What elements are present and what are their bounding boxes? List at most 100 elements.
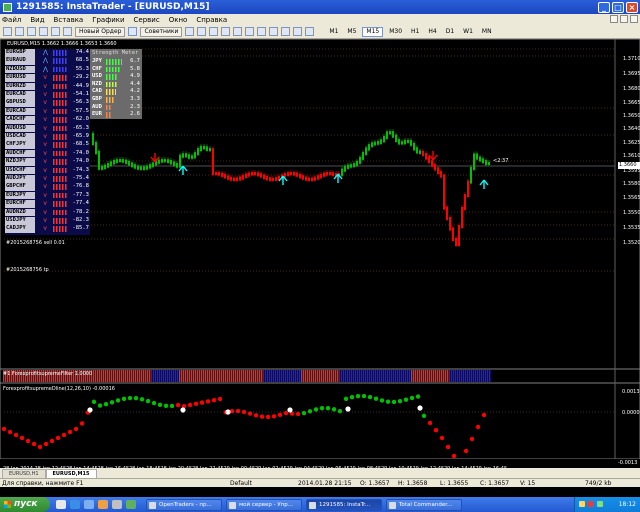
filter-band-bar — [237, 370, 239, 382]
tf-mn[interactable]: MN — [479, 27, 495, 37]
strength-currency: NZD — [92, 80, 102, 87]
menu-view[interactable]: Вид — [30, 16, 44, 24]
filter-band-bar — [453, 370, 455, 382]
tf-h1[interactable]: H1 — [408, 27, 422, 37]
navigator-icon[interactable] — [39, 27, 48, 36]
indicators-icon[interactable] — [281, 27, 291, 36]
tf-d1[interactable]: D1 — [443, 27, 457, 37]
filter-band-bar — [301, 370, 303, 382]
menu-file[interactable]: Файл — [2, 16, 21, 24]
quick-launch-explorer-icon[interactable] — [56, 500, 66, 509]
quick-launch-ie-icon[interactable] — [70, 500, 80, 509]
dline-dot — [151, 400, 157, 406]
minimize-button[interactable]: _ — [598, 1, 610, 13]
dline-dot — [409, 395, 415, 401]
tf-w1[interactable]: W1 — [460, 27, 476, 37]
quick-launch-app2-icon[interactable] — [112, 500, 122, 509]
meter-row: CADJPY ⋎ -85.7 — [5, 225, 90, 233]
tf-m30[interactable]: M30 — [386, 27, 405, 37]
dline-dot — [115, 398, 121, 403]
price-axis-label: 1.3650 — [623, 113, 640, 119]
filter-band-bar — [235, 370, 237, 382]
filter-band-bar — [155, 370, 157, 382]
child-close-icon[interactable] — [630, 15, 638, 23]
menu-insert[interactable]: Вставка — [54, 16, 84, 24]
meta-editor-icon[interactable] — [128, 27, 138, 36]
start-button[interactable]: пуск — [0, 497, 50, 512]
zoom-in-icon[interactable] — [221, 27, 231, 36]
meter-row: EURAUD ⋀ 68.5 — [5, 57, 90, 65]
meter-row: EURUSD ⋎ -29.2 — [5, 74, 90, 82]
price-note: <2:37 — [493, 158, 509, 164]
filter-band-bar — [217, 370, 219, 382]
menu-tools[interactable]: Сервис — [134, 16, 160, 24]
tf-h4[interactable]: H4 — [425, 27, 439, 37]
filter-band-bar — [199, 370, 201, 382]
bar-chart-icon[interactable] — [185, 27, 195, 36]
strength-bars — [106, 59, 123, 65]
new-order-button[interactable]: Новый Ордер — [75, 26, 126, 37]
quick-launch-app3-icon[interactable] — [126, 500, 136, 509]
task-server[interactable]: мой сервер - Упр... — [226, 499, 302, 511]
tray-volume-icon[interactable] — [597, 501, 603, 507]
periods-icon[interactable] — [293, 27, 303, 36]
ind2-axis-top: 0.0013 — [622, 389, 640, 395]
tray-network-icon[interactable] — [579, 501, 585, 507]
profiles-icon[interactable] — [15, 27, 24, 36]
meter-value: -62.0 — [72, 116, 89, 123]
filter-band-bar — [483, 370, 485, 382]
meter-value: -56.3 — [72, 99, 89, 106]
filter-band-bar — [271, 370, 273, 382]
zoom-out-icon[interactable] — [233, 27, 243, 36]
child-minimize-icon[interactable] — [610, 15, 618, 23]
task-instatrader[interactable]: 1291585: InstaTr... — [306, 499, 382, 511]
child-restore-icon[interactable] — [620, 15, 628, 23]
maximize-button[interactable]: □ — [612, 1, 624, 13]
quick-launch-desktop-icon[interactable] — [84, 500, 94, 509]
meter-row: EURCHF ⋎ -77.4 — [5, 200, 90, 208]
shift-icon[interactable] — [269, 27, 279, 36]
tab-eurusd-m15[interactable]: EURUSD,M15 — [45, 469, 97, 478]
filter-band-bar — [125, 370, 127, 382]
meter-bars — [53, 58, 67, 64]
meter-row: USDJPY ⋎ -82.3 — [5, 217, 90, 225]
tf-m1[interactable]: M1 — [326, 27, 341, 37]
filter-band-bar — [225, 370, 227, 382]
filter-band-bar — [357, 370, 359, 382]
tf-m5[interactable]: M5 — [344, 27, 359, 37]
strength-value: 4.2 — [130, 88, 140, 95]
filter-band-bar — [255, 370, 257, 382]
menu-help[interactable]: Справка — [196, 16, 227, 24]
templates-icon[interactable] — [305, 27, 315, 36]
terminal-icon[interactable] — [51, 27, 60, 36]
advisors-button[interactable]: Советники — [140, 26, 183, 37]
tf-m15[interactable]: M15 — [362, 26, 384, 37]
tab-eurusd-h1[interactable]: EURUSD,H1 — [2, 469, 46, 478]
meter-pair: USDCHF — [5, 166, 35, 175]
close-button[interactable]: × — [626, 1, 638, 13]
meter-pair: USDCAD — [5, 133, 35, 141]
filter-band-bar — [407, 370, 409, 382]
meter-value: -82.3 — [72, 217, 89, 223]
market-watch-icon[interactable] — [27, 27, 36, 36]
new-chart-icon[interactable] — [3, 27, 12, 36]
filter-band-bar — [227, 370, 229, 382]
dline-dot — [169, 403, 175, 409]
dline-dot — [433, 428, 439, 433]
line-chart-icon[interactable] — [209, 27, 219, 36]
dline-dot — [445, 444, 451, 450]
candle-chart-icon[interactable] — [197, 27, 207, 36]
tile-icon[interactable] — [245, 27, 255, 36]
quick-launch-app-icon[interactable] — [98, 500, 108, 509]
autoscroll-icon[interactable] — [257, 27, 267, 36]
tray-antivirus-icon[interactable] — [588, 501, 594, 507]
menu-window[interactable]: Окно — [169, 16, 188, 24]
task-opentraders[interactable]: OpenTraders - пр... — [146, 499, 222, 511]
menu-charts[interactable]: Графики — [92, 16, 124, 24]
task-total-commander[interactable]: Total Commander... — [386, 499, 462, 511]
current-price-box: 1.3660 — [618, 162, 640, 169]
dline-dot — [187, 402, 193, 408]
dline-dot — [193, 401, 199, 406]
filter-band-bar — [285, 370, 287, 382]
tester-icon[interactable] — [63, 27, 72, 36]
